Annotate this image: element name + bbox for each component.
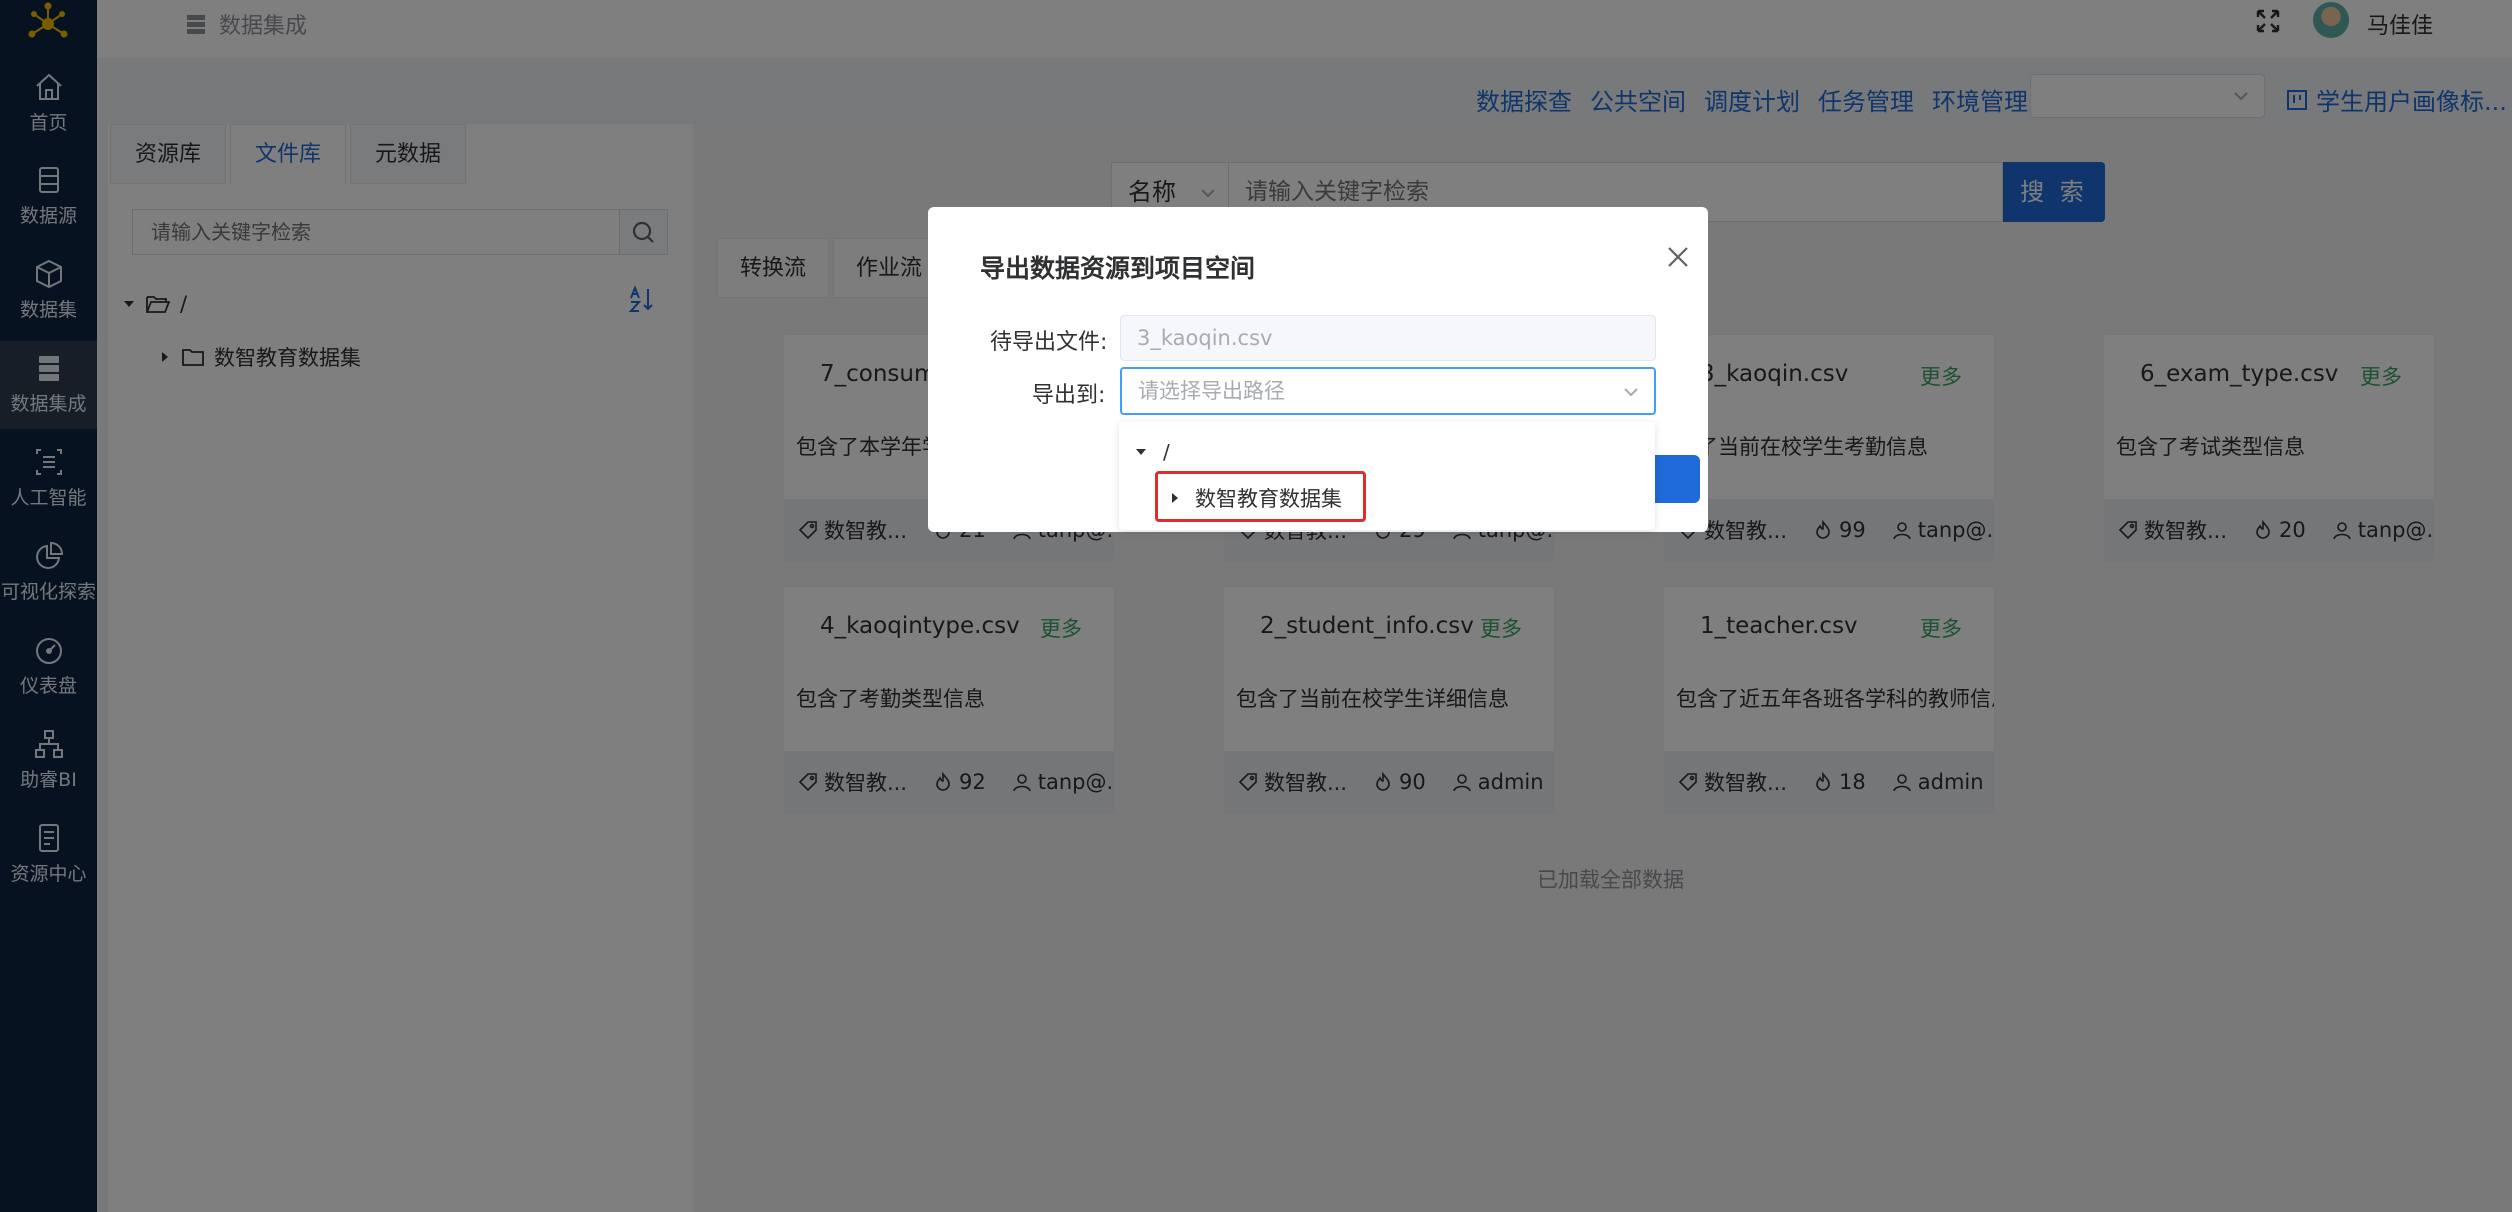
tree-root-label: / (1163, 440, 1170, 464)
file-field: 3_kaoqin.csv (1120, 315, 1656, 361)
close-icon[interactable] (1664, 243, 1692, 271)
dialog-title: 导出数据资源到项目空间 (980, 254, 1256, 283)
path-label: 导出到: (1032, 383, 1106, 408)
confirm-button[interactable] (1650, 455, 1700, 503)
caret-down-icon (1136, 449, 1146, 455)
path-placeholder: 请选择导出路径 (1138, 379, 1285, 403)
path-select[interactable]: 请选择导出路径 (1120, 367, 1656, 415)
modal-overlay (0, 0, 2512, 1212)
file-label: 待导出文件: (990, 330, 1108, 355)
highlight-box (1155, 471, 1366, 522)
tree-root[interactable]: / (1135, 440, 1170, 464)
chevron-down-icon (1624, 388, 1638, 397)
